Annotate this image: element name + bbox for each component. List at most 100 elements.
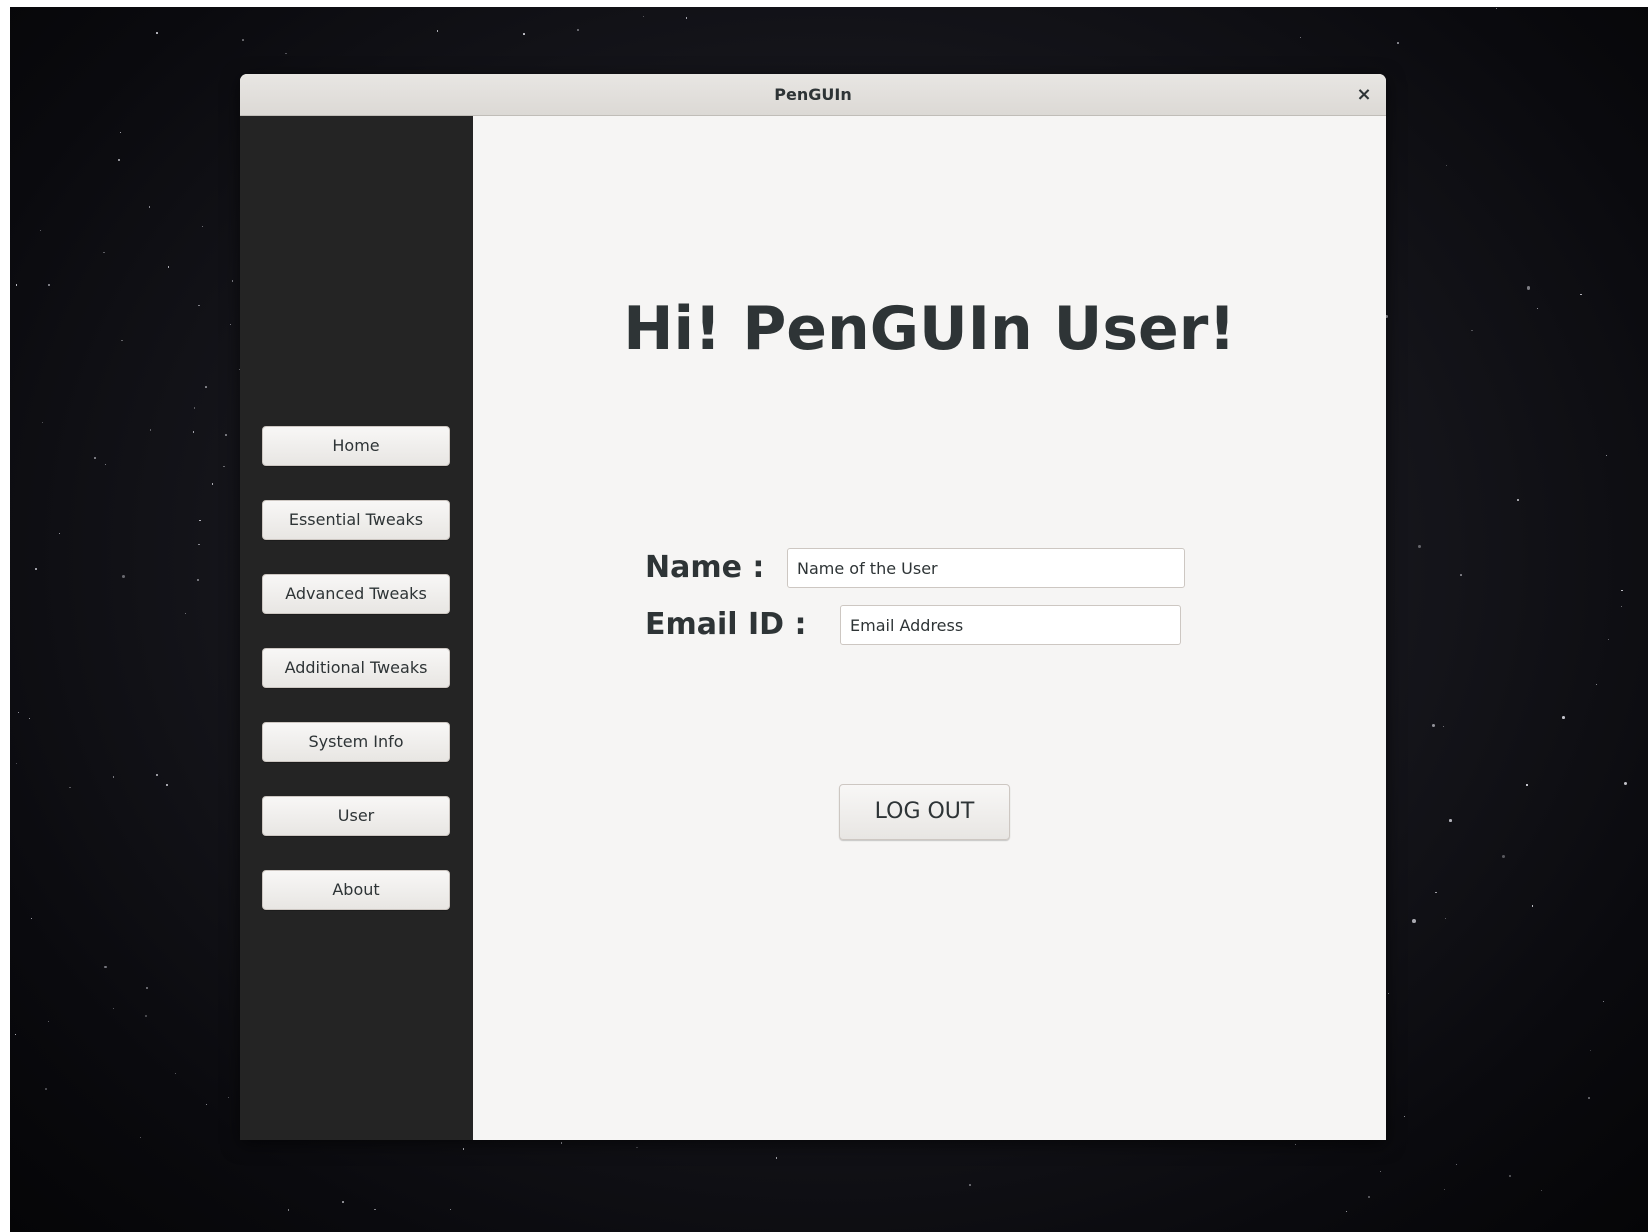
star [560,1141,563,1144]
star [1595,684,1597,686]
star [166,784,169,786]
sidebar-item-home[interactable]: Home [262,426,450,466]
star [1526,286,1531,290]
star [113,1007,115,1009]
star [1470,329,1473,332]
star [1294,1144,1296,1146]
title-bar[interactable]: PenGUIn × [240,74,1386,116]
star [284,52,287,55]
star [342,1201,344,1204]
star [577,29,580,32]
desktop: PenGUIn × Home Essential Tweaks Advanced… [0,0,1648,1232]
star [104,965,107,969]
star [523,33,525,35]
close-icon[interactable]: × [1352,83,1376,107]
star [1435,891,1437,894]
star [1509,1175,1511,1178]
star [48,283,51,286]
star [437,30,439,32]
star [1443,1188,1445,1190]
star [231,280,234,282]
logout-button[interactable]: LOG OUT [839,784,1010,840]
star [119,131,121,134]
star [104,463,106,465]
star [1460,574,1462,576]
star [1387,993,1389,995]
star [198,304,200,307]
star [1449,819,1452,822]
sidebar: Home Essential Tweaks Advanced Tweaks Ad… [240,116,473,1140]
star [1531,905,1534,907]
star [58,533,60,535]
star [94,457,97,459]
star [121,574,126,579]
star [1379,1170,1382,1173]
star [1540,1190,1542,1192]
star [103,251,105,254]
star [287,1209,289,1211]
star [642,15,645,18]
email-field[interactable] [840,605,1181,645]
star [184,612,187,615]
star [1580,293,1582,296]
star [211,483,214,485]
star [41,421,44,423]
sidebar-item-essential-tweaks[interactable]: Essential Tweaks [262,500,450,540]
star [229,323,232,326]
sidebar-item-system-info[interactable]: System Info [262,722,450,762]
email-label: Email ID : [645,607,807,642]
sidebar-item-about[interactable]: About [262,870,450,910]
sidebar-item-additional-tweaks[interactable]: Additional Tweaks [262,648,450,688]
star [16,762,18,765]
star [223,465,226,468]
star [1561,716,1565,720]
star [1445,164,1447,166]
star [198,543,200,546]
star [139,1137,142,1139]
star [175,1073,177,1075]
star [1300,36,1302,38]
star [47,1021,50,1023]
star [39,229,41,231]
star [1621,590,1623,592]
sidebar-item-user[interactable]: User [262,796,450,836]
star [30,917,32,919]
star [242,39,244,41]
star [156,32,159,35]
star [227,1096,230,1099]
star [193,407,195,409]
star [1431,723,1435,727]
star [1444,917,1447,920]
star [35,567,38,570]
star [44,1088,47,1090]
star [635,1146,638,1149]
star [1495,8,1498,10]
star [374,1208,376,1211]
star [1517,499,1520,502]
star [192,431,195,433]
star [224,434,227,436]
star [167,266,170,268]
star [121,339,123,342]
star [196,579,199,582]
star [1397,42,1399,45]
main-content: Hi! PenGUIn User! Name : Email ID : LOG … [473,116,1386,1140]
star [1623,781,1627,785]
star [1345,1211,1347,1213]
window-title: PenGUIn [774,85,852,104]
star [1536,308,1538,310]
star [155,773,158,776]
star [1588,1097,1590,1099]
star [28,717,31,720]
star [1412,918,1417,923]
star [775,1157,778,1159]
sidebar-item-advanced-tweaks[interactable]: Advanced Tweaks [262,574,450,614]
star [149,429,152,432]
name-field[interactable] [787,548,1185,588]
star [1603,1000,1605,1002]
star [148,206,151,208]
star [1418,545,1422,549]
star [18,711,20,713]
star [68,786,71,789]
star [449,1209,451,1211]
